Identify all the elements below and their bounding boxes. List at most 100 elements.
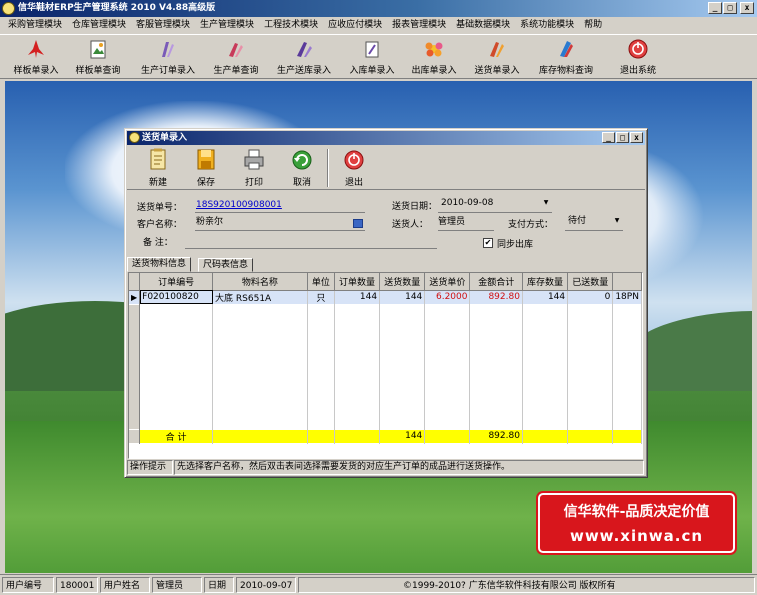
ship-date-picker[interactable]: 2010-09-08 ▼ [438, 197, 552, 211]
col-stock-qty[interactable]: 库存数量 [522, 273, 569, 291]
toolbar-production-stock-entry-button[interactable]: 生产送库录入 [273, 37, 335, 79]
child-close-button[interactable]: x [630, 132, 643, 143]
order-entry-icon [162, 42, 174, 57]
blank-cell [612, 304, 642, 429]
toolbar-inbound-entry-button[interactable]: 入库单录入 [346, 37, 398, 79]
customer-picker-icon[interactable] [353, 219, 363, 228]
status-user-no: 180001 [56, 577, 98, 593]
exit-button[interactable]: 退出 [331, 147, 377, 189]
sync-outbound-label: 同步出库 [497, 240, 534, 250]
print-button[interactable]: 打印 [231, 147, 277, 189]
blank-cell [522, 428, 569, 443]
col-unit-price[interactable]: 送货单价 [424, 273, 471, 291]
payment-select[interactable]: 待付 ▼ [565, 215, 623, 229]
menu-warehouse[interactable]: 仓库管理模块 [67, 17, 131, 34]
cell-ship-qty[interactable]: 144 [379, 290, 426, 304]
status-user-no-label: 用户编号 [2, 577, 54, 593]
printer-icon [244, 149, 264, 170]
menu-receivables[interactable]: 应收应付模块 [323, 17, 387, 34]
toolbar-inventory-query-button[interactable]: 库存物料查询 [535, 37, 597, 79]
col-order-qty[interactable]: 订单数量 [334, 273, 381, 291]
blank-cell [307, 304, 335, 429]
inventory-icon [560, 41, 573, 57]
toolbar-production-query-button[interactable]: 生产单查询 [210, 37, 262, 79]
detail-tabs: 送货物料信息 尺码表信息 [127, 257, 645, 272]
blank-cell [522, 304, 569, 429]
col-shipped-qty[interactable]: 已送数量 [567, 273, 614, 291]
sender-value[interactable]: 管理员 [438, 216, 465, 229]
col-extra[interactable] [612, 273, 642, 291]
cell-unit[interactable]: 只 [307, 290, 335, 304]
undo-icon [292, 150, 312, 170]
remark-underline [185, 248, 437, 249]
toolbar-shipment-entry-button[interactable]: 送货单录入 [471, 37, 523, 79]
status-date-label: 日期 [204, 577, 234, 593]
cell-material-name[interactable]: 大底 RS651A [212, 290, 308, 304]
new-button[interactable]: 新建 [135, 147, 181, 189]
blank-cell [212, 428, 308, 443]
close-button[interactable]: x [740, 2, 754, 14]
cell-amount[interactable]: 892.80 [469, 290, 523, 304]
menu-engineering[interactable]: 工程技术模块 [259, 17, 323, 34]
promo-url: www.xinwa.cn [569, 527, 704, 545]
total-amount: 892.80 [469, 428, 523, 443]
shipment-icon [490, 42, 504, 57]
chevron-down-icon[interactable]: ▼ [611, 215, 623, 227]
cell-order-no[interactable]: F020100820 [139, 290, 214, 304]
col-order-no[interactable]: 订单编号 [139, 273, 214, 291]
production-query-icon [229, 43, 243, 57]
blank-cell [612, 428, 642, 443]
col-amount[interactable]: 金额合计 [469, 273, 523, 291]
total-ship-qty: 144 [379, 428, 426, 443]
row-indicator-icon: ▶ [129, 290, 141, 304]
table-row[interactable]: ▶ F020100820 大底 RS651A 只 144 144 6.2000 … [129, 290, 642, 304]
sync-outbound-checkbox[interactable]: ✔ [483, 238, 493, 248]
cell-order-qty[interactable]: 144 [334, 290, 381, 304]
menu-help[interactable]: 帮助 [579, 17, 607, 34]
menu-base-data[interactable]: 基础数据模块 [451, 17, 515, 34]
col-material-name[interactable]: 物料名称 [212, 273, 308, 291]
promo-banner: 信华软件-品质决定价值 www.xinwa.cn [538, 493, 735, 553]
save-button[interactable]: 保存 [183, 147, 229, 189]
maximize-button[interactable]: □ [723, 2, 737, 14]
col-unit[interactable]: 单位 [307, 273, 335, 291]
status-date: 2010-09-07 [236, 577, 296, 593]
total-row: 合 计 144 892.80 [129, 428, 642, 443]
minimize-button[interactable]: _ [708, 2, 722, 14]
image-doc-icon [90, 40, 106, 59]
menu-reports[interactable]: 报表管理模块 [387, 17, 451, 34]
toolbar-sample-entry-button[interactable]: 样板单录入 [10, 37, 62, 79]
toolbar-sample-query-button[interactable]: 样板单查询 [72, 37, 124, 79]
window-controls: _ □ x [708, 2, 754, 14]
cell-shipped-qty[interactable]: 0 [567, 290, 614, 304]
sender-label: 送货人： [392, 220, 429, 230]
blank-cell [307, 428, 335, 443]
chevron-down-icon[interactable]: ▼ [540, 197, 552, 209]
menu-purchase[interactable]: 采购管理模块 [3, 17, 67, 34]
power-icon [628, 39, 648, 59]
tab-size-table[interactable]: 尺码表信息 [198, 258, 254, 272]
toolbar-exit-system-button[interactable]: 退出系统 [612, 37, 664, 79]
toolbar-separator [327, 149, 328, 187]
menu-system[interactable]: 系统功能模块 [515, 17, 579, 34]
status-user-name-label: 用户姓名 [100, 577, 150, 593]
toolbar-production-order-entry-button[interactable]: 生产订单录入 [137, 37, 199, 79]
blank-cell [424, 428, 471, 443]
col-ship-qty[interactable]: 送货数量 [379, 273, 426, 291]
child-minimize-button[interactable]: _ [602, 132, 615, 143]
menu-production[interactable]: 生产管理模块 [195, 17, 259, 34]
tab-material-info[interactable]: 送货物料信息 [127, 257, 192, 272]
empty-grid-area [129, 304, 642, 429]
child-maximize-button[interactable]: □ [616, 132, 629, 143]
cancel-button[interactable]: 取消 [279, 147, 325, 189]
menu-customer-service[interactable]: 客服管理模块 [131, 17, 195, 34]
cell-stock-qty[interactable]: 144 [522, 290, 569, 304]
toolbar-outbound-entry-button[interactable]: 出库单录入 [408, 37, 460, 79]
status-copyright: ©1999-2010? 广东信华软件科技有限公司 版权所有 [298, 577, 755, 593]
hint-bar: 操作提示 先选择客户名称，然后双击表间选择需要发货的对应生产订单的成品进行送货操… [127, 460, 645, 475]
cell-unit-price[interactable]: 6.2000 [424, 290, 471, 304]
customer-value[interactable]: 粉亲尔 [196, 216, 223, 229]
blank-cell [379, 304, 426, 429]
cell-extra[interactable]: 18PN [612, 290, 642, 304]
shipment-no-value[interactable]: 18S920100908001 [196, 199, 282, 212]
